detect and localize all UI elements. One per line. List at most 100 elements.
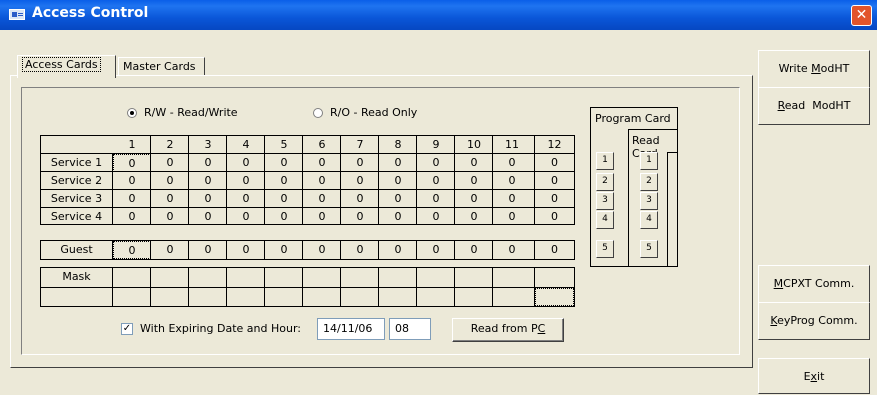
grid-cell[interactable]: 0 (265, 190, 303, 208)
read-card-button[interactable]: 4 (640, 211, 658, 229)
grid-cell[interactable]: 0 (189, 190, 227, 208)
read-card-button[interactable]: 5 (640, 240, 658, 258)
grid-cell[interactable]: 0 (493, 208, 531, 226)
grid-cell[interactable]: 0 (151, 190, 189, 208)
guest-cell[interactable]: 0 (455, 241, 493, 259)
guest-cell[interactable]: 0 (417, 241, 455, 259)
grid-cell[interactable]: 0 (535, 172, 574, 190)
grid-cell[interactable]: 0 (341, 172, 379, 190)
expiry-date-field[interactable]: 14/11/06 (317, 318, 385, 340)
mask-cell[interactable] (341, 269, 379, 287)
mask-cell[interactable] (493, 269, 531, 287)
guest-cell[interactable]: 0 (341, 241, 379, 259)
mask-cell[interactable] (535, 288, 574, 306)
grid-cell[interactable]: 0 (189, 208, 227, 226)
mask-cell[interactable] (189, 269, 227, 287)
grid-cell[interactable]: 0 (303, 154, 341, 172)
mask-cell[interactable] (227, 288, 265, 306)
guest-cell[interactable]: 0 (113, 241, 151, 259)
grid-cell[interactable]: 0 (535, 208, 574, 226)
mask-cell[interactable] (303, 288, 341, 306)
program-card-button[interactable]: 1 (596, 152, 614, 170)
grid-cell[interactable]: 0 (341, 190, 379, 208)
radio-rw[interactable]: R/W - Read/Write (127, 106, 238, 120)
grid-cell[interactable]: 0 (493, 154, 531, 172)
grid-cell[interactable]: 0 (341, 154, 379, 172)
close-button[interactable]: ✕ (851, 5, 872, 26)
mask-cell[interactable] (265, 269, 303, 287)
write-modht-button[interactable]: Write ModHT (758, 50, 870, 88)
mask-cell[interactable] (227, 269, 265, 287)
guest-cell[interactable]: 0 (151, 241, 189, 259)
grid-cell[interactable]: 0 (455, 190, 493, 208)
grid-cell[interactable]: 0 (113, 154, 151, 172)
grid-cell[interactable]: 0 (227, 190, 265, 208)
program-card-button[interactable]: 2 (596, 173, 614, 191)
mask-cell[interactable] (417, 269, 455, 287)
grid-cell[interactable]: 0 (535, 154, 574, 172)
mask-cell[interactable] (535, 269, 574, 287)
grid-cell[interactable]: 0 (303, 172, 341, 190)
guest-cell[interactable]: 0 (303, 241, 341, 259)
grid-cell[interactable]: 0 (379, 172, 417, 190)
grid-cell[interactable]: 0 (151, 208, 189, 226)
grid-cell[interactable]: 0 (227, 208, 265, 226)
mask-cell[interactable] (151, 269, 189, 287)
guest-cell[interactable]: 0 (189, 241, 227, 259)
grid-cell[interactable]: 0 (535, 190, 574, 208)
grid-cell[interactable]: 0 (455, 154, 493, 172)
mask-cell[interactable] (455, 269, 493, 287)
grid-cell[interactable]: 0 (151, 172, 189, 190)
grid-cell[interactable]: 0 (265, 172, 303, 190)
grid-cell[interactable]: 0 (493, 190, 531, 208)
read-from-pc-button[interactable]: Read from PC (452, 318, 564, 342)
read-modht-button[interactable]: Read ModHT (758, 87, 870, 125)
guest-cell[interactable]: 0 (227, 241, 265, 259)
program-card-button[interactable]: 3 (596, 192, 614, 210)
mask-cell[interactable] (493, 288, 531, 306)
keyprog-comm-button[interactable]: KeyProg Comm. (758, 302, 870, 340)
grid-cell[interactable]: 0 (303, 190, 341, 208)
grid-cell[interactable]: 0 (113, 208, 151, 226)
grid-cell[interactable]: 0 (417, 190, 455, 208)
mask-cell[interactable] (455, 288, 493, 306)
mask-cell[interactable] (113, 269, 151, 287)
grid-cell[interactable]: 0 (303, 208, 341, 226)
grid-cell[interactable]: 0 (379, 154, 417, 172)
mask-cell[interactable] (341, 288, 379, 306)
program-card-button[interactable]: 5 (596, 240, 614, 258)
grid-cell[interactable]: 0 (379, 208, 417, 226)
grid-cell[interactable]: 0 (455, 208, 493, 226)
mask-cell[interactable] (379, 288, 417, 306)
grid-cell[interactable]: 0 (417, 208, 455, 226)
guest-cell[interactable]: 0 (535, 241, 574, 259)
grid-cell[interactable]: 0 (113, 190, 151, 208)
radio-ro[interactable]: R/O - Read Only (313, 106, 417, 120)
grid-cell[interactable]: 0 (189, 172, 227, 190)
mask-cell[interactable] (189, 288, 227, 306)
tab-access-cards[interactable]: Access Cards (17, 55, 116, 78)
grid-cell[interactable]: 0 (493, 172, 531, 190)
mask-cell[interactable] (379, 269, 417, 287)
grid-cell[interactable]: 0 (265, 154, 303, 172)
exit-button[interactable]: Exit (758, 358, 870, 394)
guest-cell[interactable]: 0 (493, 241, 531, 259)
grid-cell[interactable]: 0 (151, 154, 189, 172)
guest-cell[interactable]: 0 (379, 241, 417, 259)
tab-master-cards[interactable]: Master Cards (118, 57, 205, 75)
grid-cell[interactable]: 0 (113, 172, 151, 190)
program-card-button[interactable]: 4 (596, 211, 614, 229)
grid-cell[interactable]: 0 (227, 154, 265, 172)
grid-cell[interactable]: 0 (379, 190, 417, 208)
grid-cell[interactable]: 0 (189, 154, 227, 172)
mcpxt-comm-button[interactable]: MCPXT Comm. (758, 265, 870, 303)
expiry-checkbox[interactable]: ✓ (121, 323, 133, 335)
mask-cell[interactable] (303, 269, 341, 287)
read-card-button[interactable]: 1 (640, 152, 658, 170)
mask-cell[interactable] (265, 288, 303, 306)
grid-cell[interactable]: 0 (227, 172, 265, 190)
read-card-button[interactable]: 2 (640, 173, 658, 191)
grid-cell[interactable]: 0 (417, 172, 455, 190)
mask-cell[interactable] (417, 288, 455, 306)
mask-cell[interactable] (151, 288, 189, 306)
